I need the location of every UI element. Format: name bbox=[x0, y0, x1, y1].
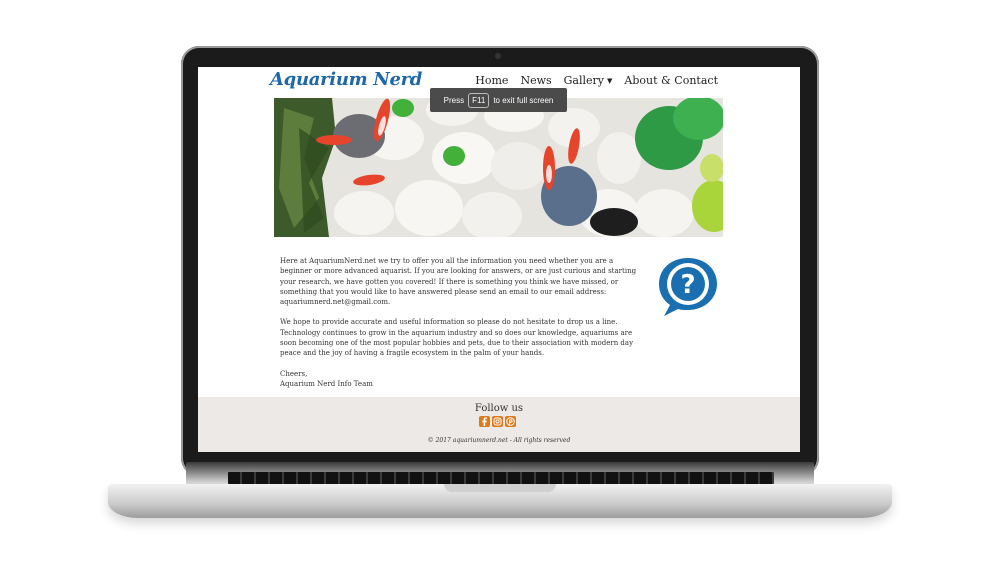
koi-pebbles-image bbox=[274, 98, 723, 237]
laptop-mockup: Aquarium Nerd Home News Gallery ▼ About &… bbox=[0, 0, 1000, 563]
nav-about-contact[interactable]: About & Contact bbox=[624, 74, 718, 87]
nav-gallery-label: Gallery bbox=[563, 74, 605, 87]
fullscreen-toast: Press F11 to exit full screen bbox=[430, 88, 567, 112]
nav-gallery[interactable]: Gallery ▼ bbox=[564, 74, 613, 87]
intro-text: Here at AquariumNerd.net we try to offer… bbox=[280, 256, 640, 389]
toast-text: to exit full screen bbox=[493, 95, 554, 105]
webcam bbox=[495, 53, 501, 59]
chevron-down-icon: ▼ bbox=[607, 77, 613, 85]
site-footer: Follow us © 2017 aquariumnerd.net - All … bbox=[198, 397, 800, 452]
toast-press: Press bbox=[443, 95, 465, 105]
signoff-line-2: Aquarium Nerd Info Team bbox=[280, 379, 373, 388]
keyboard bbox=[228, 472, 774, 484]
site-logo[interactable]: Aquarium Nerd bbox=[270, 69, 422, 90]
intro-paragraph-2: We hope to provide accurate and useful i… bbox=[280, 318, 634, 358]
toast-key: F11 bbox=[468, 92, 490, 108]
social-links bbox=[479, 416, 516, 427]
lid-notch bbox=[444, 484, 556, 492]
pinterest-icon[interactable] bbox=[505, 416, 516, 427]
main-nav: Home News Gallery ▼ About & Contact bbox=[475, 74, 718, 87]
nav-home[interactable]: Home bbox=[475, 74, 508, 87]
instagram-icon[interactable] bbox=[492, 416, 503, 427]
question-bubble-icon: ? bbox=[659, 258, 717, 316]
nav-news[interactable]: News bbox=[520, 74, 551, 87]
copyright-text: © 2017 aquariumnerd.net - All rights res… bbox=[427, 437, 571, 444]
svg-text:?: ? bbox=[680, 270, 695, 300]
intro-paragraph-1: Here at AquariumNerd.net we try to offer… bbox=[280, 257, 637, 307]
hero-banner-image bbox=[274, 98, 723, 237]
follow-us-heading: Follow us bbox=[474, 403, 524, 414]
facebook-icon[interactable] bbox=[479, 416, 490, 427]
signoff-line-1: Cheers, bbox=[280, 369, 308, 378]
browser-screen: Aquarium Nerd Home News Gallery ▼ About &… bbox=[198, 67, 800, 452]
